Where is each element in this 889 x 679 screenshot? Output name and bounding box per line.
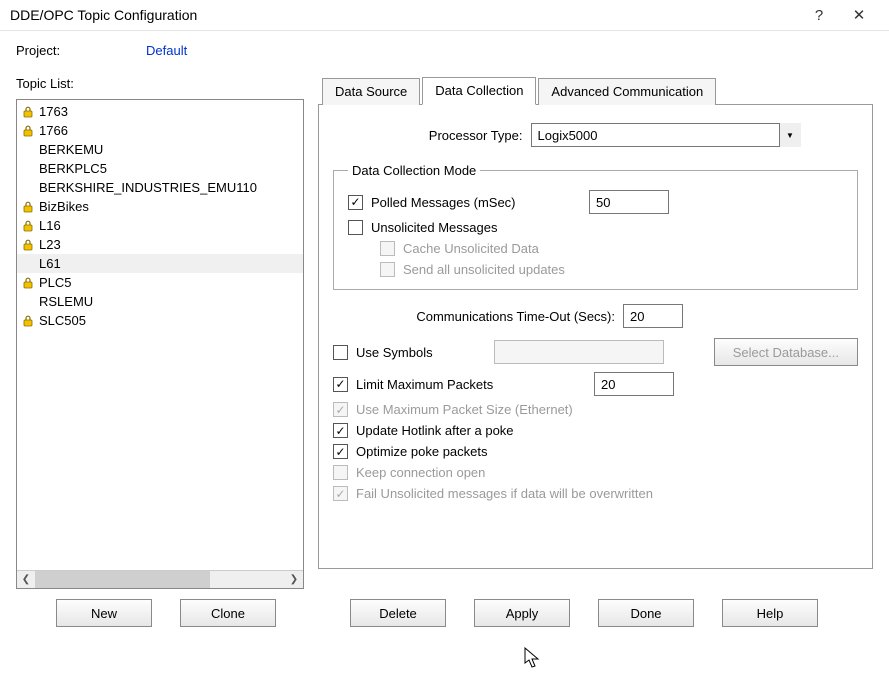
tab-advanced-communication[interactable]: Advanced Communication <box>538 78 716 105</box>
topic-item[interactable]: BERKPLC5 <box>17 159 303 178</box>
send-all-unsolicited-checkbox <box>380 262 395 277</box>
spacer <box>21 295 35 309</box>
tab-data-collection[interactable]: Data Collection <box>422 77 536 105</box>
tab-strip: Data Source Data Collection Advanced Com… <box>318 76 873 105</box>
update-hotlink-checkbox[interactable] <box>333 423 348 438</box>
send-all-unsolicited-label: Send all unsolicited updates <box>403 262 565 277</box>
topic-item[interactable]: 1766 <box>17 121 303 140</box>
lock-icon <box>21 219 35 233</box>
spacer <box>21 257 35 271</box>
delete-button[interactable]: Delete <box>350 599 446 627</box>
apply-button[interactable]: Apply <box>474 599 570 627</box>
topic-item[interactable]: L16 <box>17 216 303 235</box>
topic-item-label: L61 <box>39 256 61 271</box>
topic-item-label: BERKPLC5 <box>39 161 107 176</box>
select-database-button: Select Database... <box>714 338 858 366</box>
topic-item-label: PLC5 <box>39 275 72 290</box>
topic-item[interactable]: L61 <box>17 254 303 273</box>
lock-icon <box>21 238 35 252</box>
topic-item-label: BizBikes <box>39 199 89 214</box>
processor-type-select[interactable]: Logix5000 ▼ <box>531 123 801 147</box>
topic-item[interactable]: 1763 <box>17 102 303 121</box>
spacer <box>21 143 35 157</box>
topic-item[interactable]: SLC505 <box>17 311 303 330</box>
new-button[interactable]: New <box>56 599 152 627</box>
project-label: Project: <box>16 43 146 58</box>
limit-max-packets-label: Limit Maximum Packets <box>356 377 586 392</box>
spacer <box>21 162 35 176</box>
comm-timeout-label: Communications Time-Out (Secs): <box>393 309 623 324</box>
lock-icon <box>21 314 35 328</box>
keep-connection-open-checkbox <box>333 465 348 480</box>
use-max-packet-size-checkbox <box>333 402 348 417</box>
spacer <box>21 181 35 195</box>
scroll-left-icon[interactable]: ❮ <box>17 571 35 589</box>
topic-item[interactable]: L23 <box>17 235 303 254</box>
polled-messages-label: Polled Messages (mSec) <box>371 195 581 210</box>
topic-item-label: BERKEMU <box>39 142 103 157</box>
done-button[interactable]: Done <box>598 599 694 627</box>
tab-panel-data-collection: Processor Type: Logix5000 ▼ Data Collect… <box>318 105 873 569</box>
scroll-right-icon[interactable]: ❯ <box>285 571 303 589</box>
topic-item[interactable]: RSLEMU <box>17 292 303 311</box>
data-collection-mode-label: Data Collection Mode <box>348 163 480 178</box>
scroll-thumb[interactable] <box>35 571 210 588</box>
comm-timeout-input[interactable] <box>623 304 683 328</box>
tab-data-source[interactable]: Data Source <box>322 78 420 105</box>
topic-item-label: 1766 <box>39 123 68 138</box>
title-bar: DDE/OPC Topic Configuration ? ✕ <box>0 0 889 31</box>
limit-max-packets-checkbox[interactable] <box>333 377 348 392</box>
processor-type-label: Processor Type: <box>391 128 531 143</box>
topic-list[interactable]: 1763 1766 BERKEMU BERKPLC5 BERKSHIRE_INDUSTR… <box>16 99 304 589</box>
topic-item[interactable]: BizBikes <box>17 197 303 216</box>
topic-item-label: BERKSHIRE_INDUSTRIES_EMU110 <box>39 180 257 195</box>
clone-button[interactable]: Clone <box>180 599 276 627</box>
lock-icon <box>21 105 35 119</box>
chevron-down-icon[interactable]: ▼ <box>779 123 801 147</box>
use-max-packet-size-label: Use Maximum Packet Size (Ethernet) <box>356 402 573 417</box>
topic-item[interactable]: BERKSHIRE_INDUSTRIES_EMU110 <box>17 178 303 197</box>
topic-item[interactable]: PLC5 <box>17 273 303 292</box>
mouse-cursor-icon <box>524 647 540 669</box>
window-title: DDE/OPC Topic Configuration <box>10 7 799 23</box>
project-value: Default <box>146 43 187 58</box>
use-symbols-label: Use Symbols <box>356 345 486 360</box>
lock-icon <box>21 200 35 214</box>
cache-unsolicited-label: Cache Unsolicited Data <box>403 241 539 256</box>
help-icon[interactable]: ? <box>799 7 839 24</box>
update-hotlink-label: Update Hotlink after a poke <box>356 423 514 438</box>
limit-max-packets-input[interactable] <box>594 372 674 396</box>
data-collection-mode-group: Data Collection Mode Polled Messages (mS… <box>333 163 858 290</box>
topic-item-label: SLC505 <box>39 313 86 328</box>
lock-icon <box>21 124 35 138</box>
topic-item-label: RSLEMU <box>39 294 93 309</box>
unsolicited-messages-checkbox[interactable] <box>348 220 363 235</box>
fail-unsolicited-label: Fail Unsolicited messages if data will b… <box>356 486 653 501</box>
use-symbols-input <box>494 340 664 364</box>
lock-icon <box>21 276 35 290</box>
keep-connection-open-label: Keep connection open <box>356 465 485 480</box>
help-button[interactable]: Help <box>722 599 818 627</box>
horizontal-scrollbar[interactable]: ❮ ❯ <box>17 570 303 588</box>
polled-messages-checkbox[interactable] <box>348 195 363 210</box>
topic-list-label: Topic List: <box>16 76 304 91</box>
topic-item[interactable]: BERKEMU <box>17 140 303 159</box>
polled-messages-input[interactable] <box>589 190 669 214</box>
topic-item-label: 1763 <box>39 104 68 119</box>
dialog-button-row: New Clone Delete Apply Done Help <box>16 599 873 627</box>
unsolicited-messages-label: Unsolicited Messages <box>371 220 497 235</box>
close-icon[interactable]: ✕ <box>839 6 879 24</box>
fail-unsolicited-checkbox <box>333 486 348 501</box>
processor-type-value: Logix5000 <box>538 128 598 143</box>
cache-unsolicited-checkbox <box>380 241 395 256</box>
optimize-poke-checkbox[interactable] <box>333 444 348 459</box>
use-symbols-checkbox[interactable] <box>333 345 348 360</box>
project-row: Project: Default <box>16 43 873 58</box>
topic-item-label: L23 <box>39 237 61 252</box>
optimize-poke-label: Optimize poke packets <box>356 444 488 459</box>
topic-item-label: L16 <box>39 218 61 233</box>
